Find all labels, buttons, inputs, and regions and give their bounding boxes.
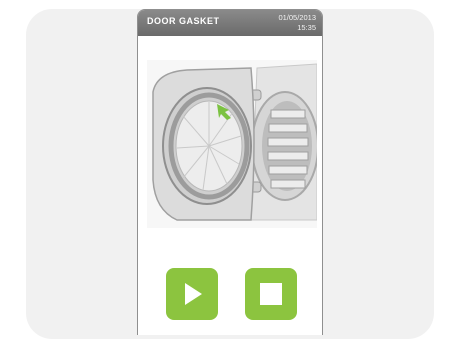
time-display: 15:35	[297, 23, 316, 32]
play-icon	[185, 283, 202, 305]
stop-button[interactable]	[245, 268, 297, 320]
stop-icon	[260, 283, 282, 305]
title-bar: DOOR GASKET 01/05/2013 15:35	[138, 10, 322, 36]
screen-title: DOOR GASKET	[147, 16, 220, 26]
play-button[interactable]	[166, 268, 218, 320]
door-gasket-illustration	[147, 60, 317, 228]
date-display: 01/05/2013	[278, 13, 316, 22]
device-screen: DOOR GASKET 01/05/2013 15:35	[137, 9, 323, 335]
